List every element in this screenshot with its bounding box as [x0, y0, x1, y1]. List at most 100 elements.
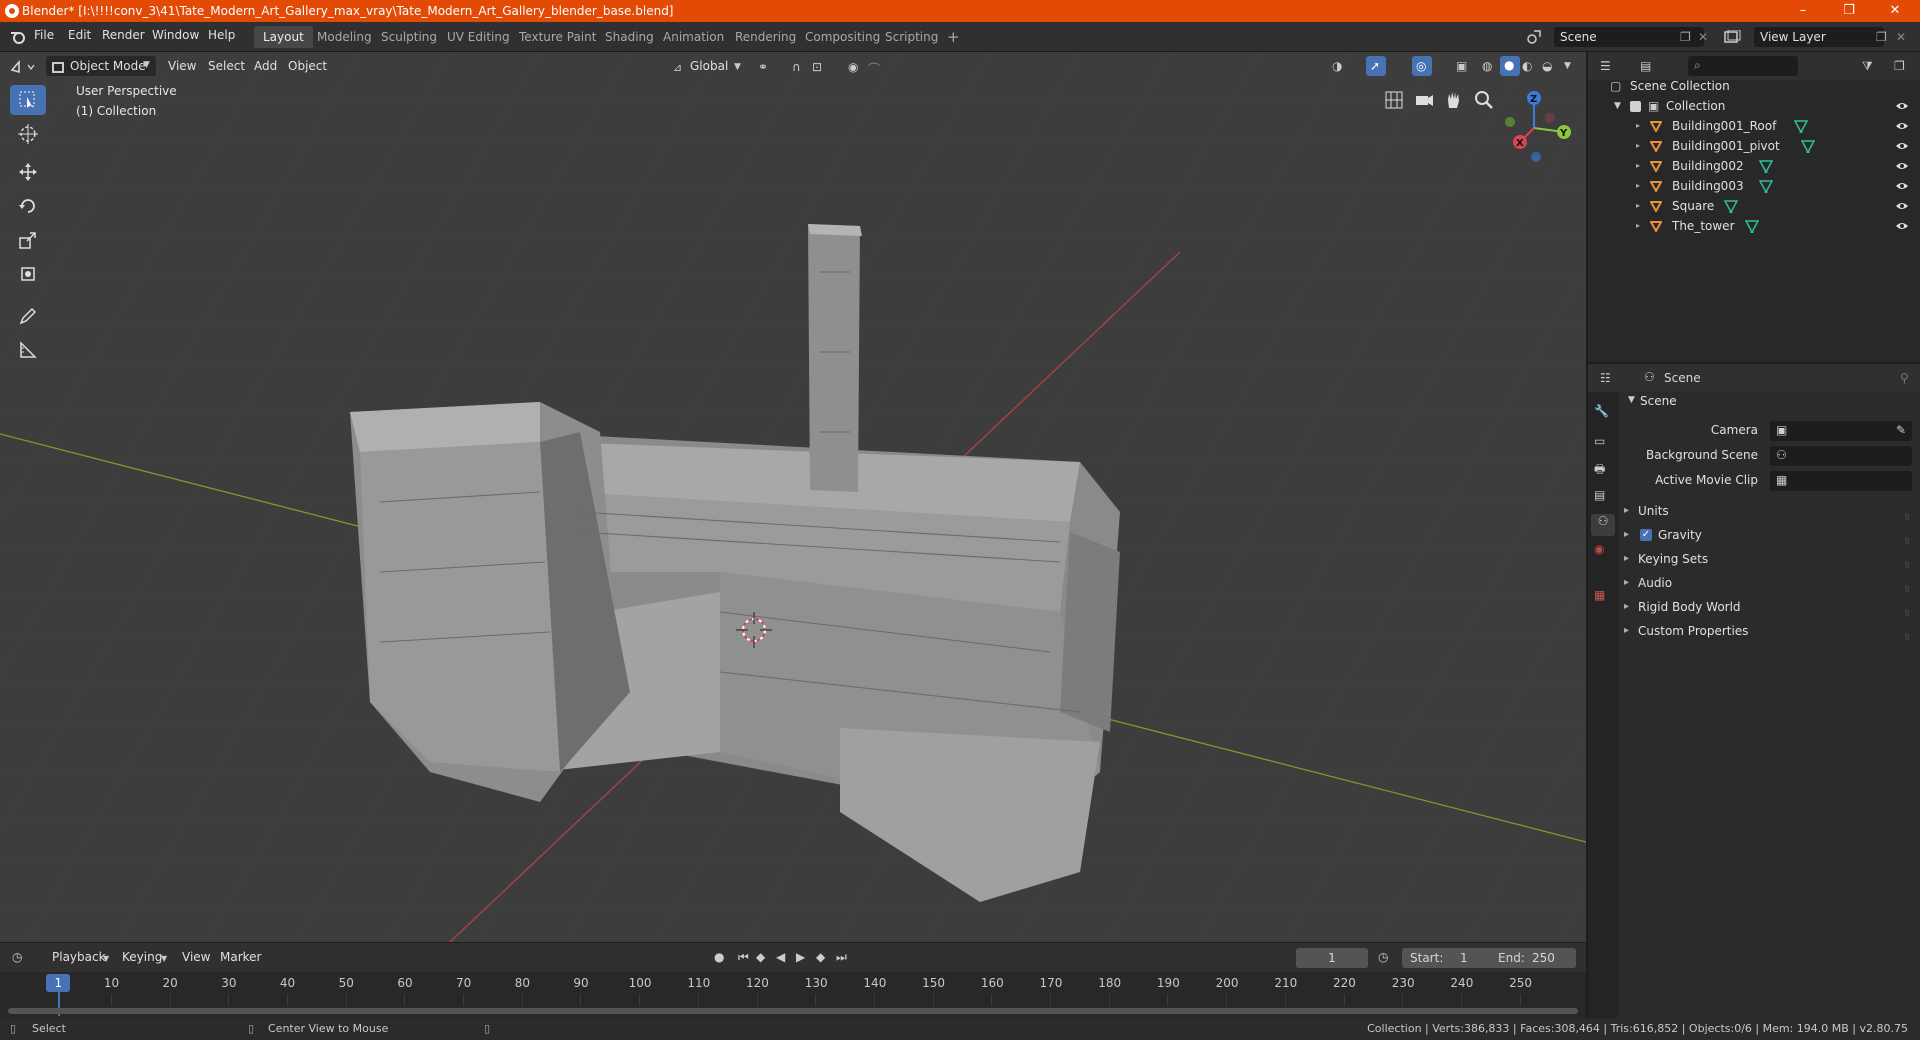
expand-arrow-icon[interactable]: ▸: [1636, 216, 1640, 236]
scene-copy-icon[interactable]: ❐: [1680, 30, 1691, 44]
menu-edit[interactable]: Edit: [68, 28, 91, 42]
collection-checkbox[interactable]: [1630, 101, 1641, 112]
eye-icon[interactable]: [1896, 140, 1908, 152]
filter-icon[interactable]: ⧩: [1862, 59, 1873, 74]
play-reverse-icon[interactable]: ◀: [776, 950, 785, 964]
keying-sets-panel[interactable]: Keying Sets⠿: [1624, 548, 1914, 570]
scale-tool[interactable]: [10, 225, 46, 255]
current-frame-field[interactable]: 1: [1296, 948, 1368, 968]
new-collection-icon[interactable]: ❐: [1894, 59, 1905, 73]
tab-texture-paint[interactable]: Texture Paint: [510, 26, 605, 48]
timeline-view-menu[interactable]: View: [176, 947, 216, 967]
active-movie-clip-field[interactable]: [1770, 471, 1912, 491]
mesh-data-icon[interactable]: [1745, 220, 1759, 233]
marker-menu[interactable]: Marker: [214, 947, 267, 967]
menu-object[interactable]: Object: [282, 56, 333, 76]
stopwatch-icon[interactable]: ◷: [1378, 950, 1388, 964]
annotate-tool[interactable]: [10, 301, 46, 331]
eye-icon[interactable]: [1896, 220, 1908, 232]
tab-scripting[interactable]: Scripting: [876, 26, 947, 48]
custom-properties-panel[interactable]: Custom Properties⠿: [1624, 620, 1914, 642]
pan-hand-icon[interactable]: [1444, 90, 1464, 110]
add-workspace-button[interactable]: +: [938, 26, 969, 48]
proportional-edit-icon[interactable]: ◉: [848, 60, 858, 74]
outliner-item-building001-roof[interactable]: ▸ Building001_Roof: [1588, 116, 1920, 136]
view-layer-tab-icon[interactable]: ▤: [1594, 488, 1612, 506]
record-keyframe-icon[interactable]: ●: [714, 950, 724, 964]
menu-view[interactable]: View: [162, 56, 202, 76]
prev-keyframe-icon[interactable]: ◆: [756, 950, 765, 964]
snap-target-icon[interactable]: ⊡: [812, 60, 822, 74]
expand-arrow-icon[interactable]: ▸: [1636, 116, 1640, 136]
outliner-editor-icon[interactable]: ☰: [1600, 59, 1611, 73]
outliner-item-building001-pivot[interactable]: ▸ Building001_pivot: [1588, 136, 1920, 156]
outliner-item-building003[interactable]: ▸ Building003: [1588, 176, 1920, 196]
scene-delete-icon[interactable]: ✕: [1698, 30, 1708, 44]
gravity-panel[interactable]: ✓ Gravity⠿: [1624, 524, 1914, 546]
snap-magnet-icon[interactable]: ∩: [792, 60, 801, 74]
timeline-scrollbar[interactable]: [8, 1008, 1578, 1014]
3d-viewport[interactable]: User Perspective (1) Collection Z Y X: [0, 52, 1586, 942]
timeline-area[interactable]: 1 10 20 30 40 50 60 70 80 90 100 110 120 130 140 150 160…: [0, 972, 1586, 1018]
world-tab-icon[interactable]: ◉: [1594, 542, 1612, 560]
timeline-editor-icon[interactable]: ◷: [12, 950, 22, 964]
expand-arrow-icon[interactable]: ▸: [1636, 136, 1640, 156]
measure-tool[interactable]: [10, 335, 46, 365]
menu-window[interactable]: Window: [152, 28, 199, 42]
view-layer-copy-icon[interactable]: ❐: [1876, 30, 1887, 44]
tab-rendering[interactable]: Rendering: [726, 26, 805, 48]
mesh-data-icon[interactable]: [1759, 160, 1773, 173]
camera-field[interactable]: [1770, 421, 1912, 441]
maximize-button[interactable]: ❐: [1826, 0, 1872, 22]
visibility-selectability-icon[interactable]: ◑: [1332, 59, 1342, 73]
gravity-checkbox[interactable]: ✓: [1640, 529, 1652, 541]
eye-icon[interactable]: [1896, 160, 1908, 172]
blender-menu-icon[interactable]: [10, 30, 26, 44]
outliner-item-the-tower[interactable]: ▸ The_tower: [1588, 216, 1920, 236]
scene-section-header[interactable]: Scene: [1640, 390, 1677, 412]
eye-icon[interactable]: [1896, 100, 1908, 112]
select-box-tool[interactable]: [10, 85, 46, 115]
texture-tab-icon[interactable]: ▦: [1594, 588, 1612, 606]
cursor-tool[interactable]: [10, 119, 46, 149]
menu-render[interactable]: Render: [102, 28, 145, 42]
rotate-tool[interactable]: [10, 191, 46, 221]
editor-type-icon[interactable]: [10, 60, 36, 74]
tab-shading[interactable]: Shading: [596, 26, 663, 48]
collection-expand-icon[interactable]: ▼: [1614, 96, 1621, 116]
rigid-body-world-panel[interactable]: Rigid Body World⠿: [1624, 596, 1914, 618]
mesh-data-icon[interactable]: [1759, 180, 1773, 193]
minimize-button[interactable]: –: [1780, 0, 1826, 22]
pivot-point-icon[interactable]: ⚭: [758, 60, 768, 74]
menu-select[interactable]: Select: [202, 56, 251, 76]
tab-modeling[interactable]: Modeling: [308, 26, 381, 48]
shading-chevron-down-icon[interactable]: ▼: [1564, 61, 1571, 71]
close-button[interactable]: ✕: [1872, 0, 1918, 22]
eye-icon[interactable]: [1896, 200, 1908, 212]
camera-view-icon[interactable]: [1414, 90, 1434, 110]
outliner-item-square[interactable]: ▸ Square: [1588, 196, 1920, 216]
tab-sculpting[interactable]: Sculpting: [372, 26, 446, 48]
wireframe-shading-icon[interactable]: ◍: [1482, 59, 1492, 73]
tab-layout[interactable]: Layout: [254, 26, 313, 48]
outliner-item-building002[interactable]: ▸ Building002: [1588, 156, 1920, 176]
next-keyframe-icon[interactable]: ◆: [816, 950, 825, 964]
view-layer-delete-icon[interactable]: ✕: [1896, 30, 1906, 44]
material-shading-icon[interactable]: ◐: [1522, 59, 1532, 73]
xray-toggle-icon[interactable]: ▣: [1456, 59, 1467, 73]
mesh-data-icon[interactable]: [1794, 120, 1808, 133]
rendered-shading-icon[interactable]: ◒: [1542, 59, 1552, 73]
move-tool[interactable]: [10, 157, 46, 187]
expand-arrow-icon[interactable]: ▸: [1636, 196, 1640, 216]
outliner-search-input[interactable]: [1688, 56, 1798, 76]
eye-icon[interactable]: [1896, 120, 1908, 132]
tool-tab-icon[interactable]: 🔧: [1594, 404, 1612, 422]
drag-grip-icon[interactable]: ⠿: [1904, 627, 1910, 649]
menu-add[interactable]: Add: [248, 56, 283, 76]
falloff-curve-icon[interactable]: ⌒: [868, 60, 880, 77]
navigation-gizmo[interactable]: Z Y X: [1498, 82, 1578, 162]
expand-arrow-icon[interactable]: ▸: [1636, 176, 1640, 196]
tab-animation[interactable]: Animation: [654, 26, 733, 48]
playback-dropdown[interactable]: Playback: [46, 947, 112, 967]
play-icon[interactable]: ▶: [796, 950, 805, 964]
